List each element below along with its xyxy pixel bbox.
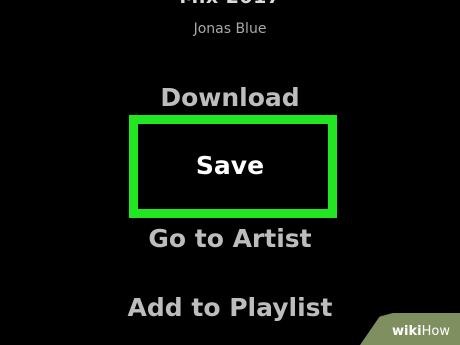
menu-item-download[interactable]: Download: [0, 83, 460, 112]
track-title: Mix 2017: [0, 0, 460, 8]
spotify-context-menu: Mix 2017 Jonas Blue Download Save Go to …: [0, 0, 460, 345]
watermark-wiki: wiki: [392, 324, 422, 339]
watermark-logo: wikiHow: [392, 324, 450, 339]
menu-item-save[interactable]: Save: [0, 151, 460, 180]
menu-item-go-to-artist[interactable]: Go to Artist: [0, 224, 460, 253]
artist-name: Jonas Blue: [193, 21, 267, 37]
watermark-how: How: [421, 324, 450, 339]
